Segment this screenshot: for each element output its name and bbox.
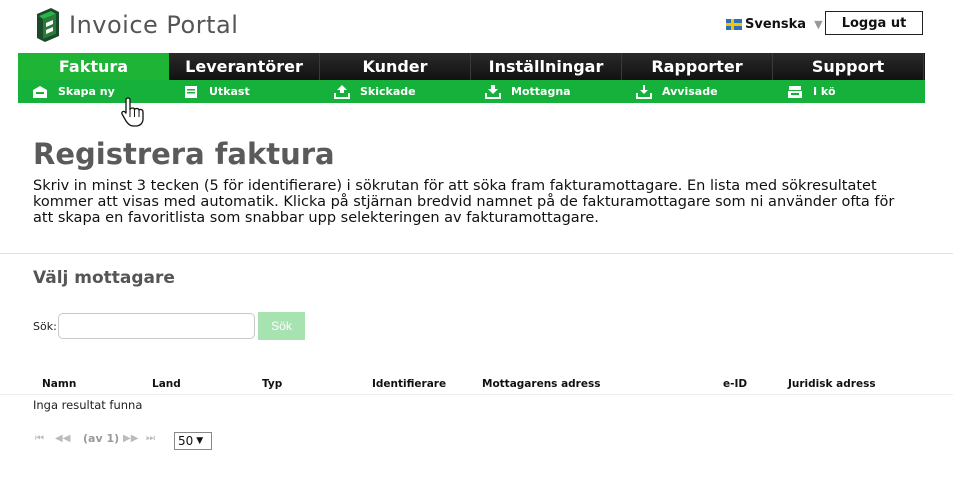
- main-nav: Faktura Leverantörer Kunder Inställninga…: [18, 53, 925, 80]
- page-count: (av 1): [83, 432, 120, 445]
- draft-icon: [185, 85, 197, 98]
- subnav-label: I kö: [813, 85, 836, 98]
- no-results-message: Inga resultat funna: [33, 398, 143, 412]
- table-header-divider: [0, 394, 953, 395]
- column-header-typ[interactable]: Typ: [262, 378, 282, 390]
- language-label: Svenska: [745, 17, 807, 32]
- search-button[interactable]: Sök: [258, 312, 305, 340]
- search-label: Sök:: [33, 320, 57, 333]
- tab-rapporter[interactable]: Rapporter: [622, 53, 773, 80]
- invoice-portal-logo-icon: [37, 8, 59, 42]
- tab-kunder[interactable]: Kunder: [320, 53, 471, 80]
- language-selector[interactable]: Svenska ▼: [726, 17, 823, 32]
- subnav-label: Avvisade: [662, 85, 718, 98]
- page-title: Registrera faktura: [33, 137, 335, 171]
- tab-faktura[interactable]: Faktura: [18, 53, 169, 80]
- section-title: Välj mottagare: [33, 268, 175, 288]
- subnav-label: Utkast: [209, 85, 250, 98]
- create-invoice-icon: [33, 85, 47, 98]
- logout-button[interactable]: Logga ut: [825, 11, 923, 35]
- page-size-select[interactable]: 50 ▼: [174, 432, 212, 450]
- logo[interactable]: Invoice Portal: [33, 8, 238, 42]
- next-page-icon[interactable]: ▶▶: [123, 433, 138, 444]
- page-size-value: 50: [178, 434, 194, 448]
- column-header-identifierare[interactable]: Identifierare: [372, 378, 446, 390]
- rejected-icon: [636, 84, 652, 99]
- intro-text: Skriv in minst 3 tecken (5 för identifie…: [33, 178, 895, 226]
- subnav-item-utkast[interactable]: Utkast: [169, 80, 320, 103]
- sub-nav: Skapa ny Utkast Skickade Mottagna Avvisa…: [18, 80, 925, 103]
- subnav-item-mottagna[interactable]: Mottagna: [471, 80, 622, 103]
- subnav-item-avvisade[interactable]: Avvisade: [622, 80, 773, 103]
- subnav-item-skapa-ny[interactable]: Skapa ny: [18, 80, 169, 103]
- last-page-icon[interactable]: ⏭: [146, 433, 155, 444]
- sent-icon: [334, 84, 350, 99]
- subnav-item-i-ko[interactable]: I kö: [773, 80, 924, 103]
- search-input[interactable]: [58, 313, 255, 339]
- received-icon: [485, 84, 501, 99]
- queue-icon: [788, 85, 802, 98]
- tab-leverantorer[interactable]: Leverantörer: [169, 53, 320, 80]
- column-header-juridisk-adress[interactable]: Juridisk adress: [788, 378, 876, 390]
- column-header-land[interactable]: Land: [152, 378, 181, 390]
- chevron-down-icon: ▼: [814, 18, 823, 31]
- section-divider: [0, 253, 953, 254]
- tab-support[interactable]: Support: [773, 53, 924, 80]
- tab-installningar[interactable]: Inställningar: [471, 53, 622, 80]
- column-header-mottagarens-adress[interactable]: Mottagarens adress: [482, 378, 600, 390]
- subnav-label: Skickade: [360, 85, 416, 98]
- first-page-icon[interactable]: ⏮: [35, 433, 44, 444]
- subnav-item-skickade[interactable]: Skickade: [320, 80, 471, 103]
- chevron-down-icon: ▼: [196, 436, 204, 446]
- column-header-namn[interactable]: Namn: [42, 378, 76, 390]
- previous-page-icon[interactable]: ◀◀: [55, 433, 70, 444]
- subnav-label: Mottagna: [511, 85, 571, 98]
- subnav-label: Skapa ny: [58, 85, 115, 98]
- column-header-e-id[interactable]: e-ID: [723, 378, 747, 390]
- app-title: Invoice Portal: [69, 11, 239, 39]
- sweden-flag-icon: [726, 19, 742, 30]
- hand-pointer-cursor-icon: [121, 97, 144, 127]
